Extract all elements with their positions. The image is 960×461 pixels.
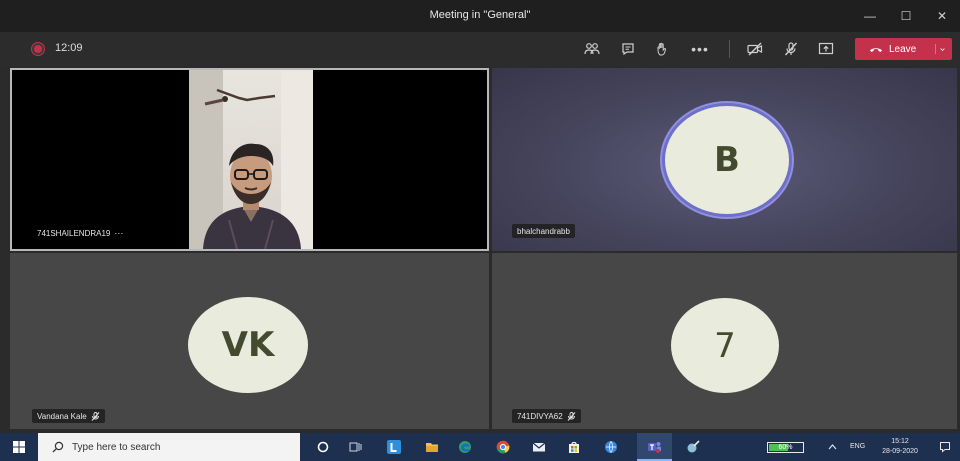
hang-up-icon	[869, 44, 883, 54]
windows-taskbar: Type here to search 60% ENG 15:12 28-09-…	[0, 433, 960, 461]
avatar-initials: 7	[714, 325, 736, 366]
participant-name-tag: bhalchandrabb	[512, 224, 575, 238]
more-options-button[interactable]: •••	[689, 39, 711, 59]
taskbar-search-box[interactable]: Type here to search	[38, 433, 300, 461]
window-controls: — ☐ ✕	[852, 0, 960, 32]
participant-name-tag: Vandana Kale	[32, 409, 105, 423]
file-explorer-icon[interactable]	[425, 440, 439, 454]
search-placeholder: Type here to search	[72, 441, 161, 453]
avatar-initials: B	[714, 140, 740, 180]
share-screen-button[interactable]	[815, 39, 837, 59]
people-icon	[584, 43, 600, 55]
mic-off-icon	[784, 42, 798, 56]
store-icon[interactable]	[567, 440, 581, 454]
search-icon	[52, 441, 64, 453]
recording-indicator-icon	[32, 43, 44, 55]
participant-video-feed	[189, 70, 313, 249]
camera-off-icon	[747, 42, 763, 56]
leave-options-chevron-down-icon[interactable]	[935, 44, 945, 54]
edge-browser-icon[interactable]	[458, 440, 472, 454]
participant-name: 741SHAILENDRA19	[37, 228, 111, 238]
maximize-button[interactable]: ☐	[888, 0, 924, 32]
participant-avatar: VK	[188, 297, 308, 393]
mic-toggle-button[interactable]	[780, 39, 802, 59]
battery-percent: 60%	[778, 444, 793, 451]
window-title: Meeting in "General"	[429, 9, 531, 21]
participant-avatar: 7	[671, 298, 779, 393]
tray-chevron-up-icon[interactable]	[828, 443, 837, 450]
taskbar-active-app[interactable]	[637, 433, 672, 461]
cortana-icon[interactable]	[316, 440, 330, 454]
start-button[interactable]	[0, 433, 38, 461]
mail-icon[interactable]	[532, 440, 546, 454]
participant-avatar-tile[interactable]: 7 741DIVYA62	[492, 253, 957, 429]
avatar-initials: VK	[221, 325, 275, 365]
participant-name-tag: 741SHAILENDRA19 ···	[32, 226, 128, 240]
close-button[interactable]: ✕	[924, 0, 960, 32]
show-conversation-button[interactable]	[617, 39, 639, 59]
show-participants-button[interactable]	[581, 39, 603, 59]
browser-app-icon[interactable]	[604, 440, 618, 454]
clock-date: 28-09-2020	[882, 448, 918, 455]
task-view-icon[interactable]	[348, 440, 362, 454]
teams-meeting-window: Meeting in "General" — ☐ ✕ 12:09 ••• Lea…	[0, 0, 960, 461]
participant-name: bhalchandrabb	[517, 226, 570, 236]
leave-button[interactable]: Leave	[855, 38, 952, 60]
notification-center-icon[interactable]	[939, 441, 951, 453]
windows-logo-icon	[13, 441, 25, 453]
mic-muted-icon	[91, 411, 100, 421]
participant-avatar-tile[interactable]: B bhalchandrabb	[492, 68, 957, 251]
leave-label: Leave	[889, 43, 917, 55]
meeting-timer: 12:09	[55, 42, 83, 54]
participant-name: 741DIVYA62	[517, 411, 563, 421]
toolbar-divider	[729, 40, 730, 58]
app-tool-icon[interactable]	[686, 440, 700, 454]
mic-muted-icon	[567, 411, 576, 421]
meeting-toolbar: 12:09 ••• Leave	[0, 32, 960, 66]
taskbar-clock[interactable]: 15:12 28-09-2020	[873, 437, 927, 457]
participant-avatar: B	[665, 106, 789, 214]
raise-hand-icon	[657, 42, 667, 56]
title-bar: Meeting in "General" — ☐ ✕	[0, 0, 960, 32]
minimize-button[interactable]: —	[852, 0, 888, 32]
app-l-icon[interactable]	[387, 440, 401, 454]
share-screen-icon	[818, 42, 834, 55]
camera-toggle-button[interactable]	[744, 39, 766, 59]
participant-more-options-icon[interactable]: ···	[114, 228, 123, 238]
raise-hand-button[interactable]	[652, 39, 674, 59]
participant-video-tile[interactable]: 741SHAILENDRA19 ···	[10, 68, 489, 251]
input-language[interactable]: ENG	[850, 443, 865, 450]
more-options-icon: •••	[691, 41, 709, 57]
participant-avatar-tile[interactable]: VK Vandana Kale	[10, 253, 489, 429]
chrome-browser-icon[interactable]	[496, 440, 510, 454]
participant-name-tag: 741DIVYA62	[512, 409, 581, 423]
chat-icon	[622, 43, 634, 56]
participant-name: Vandana Kale	[37, 411, 87, 421]
battery-indicator[interactable]: 60%	[767, 442, 804, 453]
clock-time: 15:12	[891, 438, 909, 445]
teams-icon	[648, 442, 661, 453]
